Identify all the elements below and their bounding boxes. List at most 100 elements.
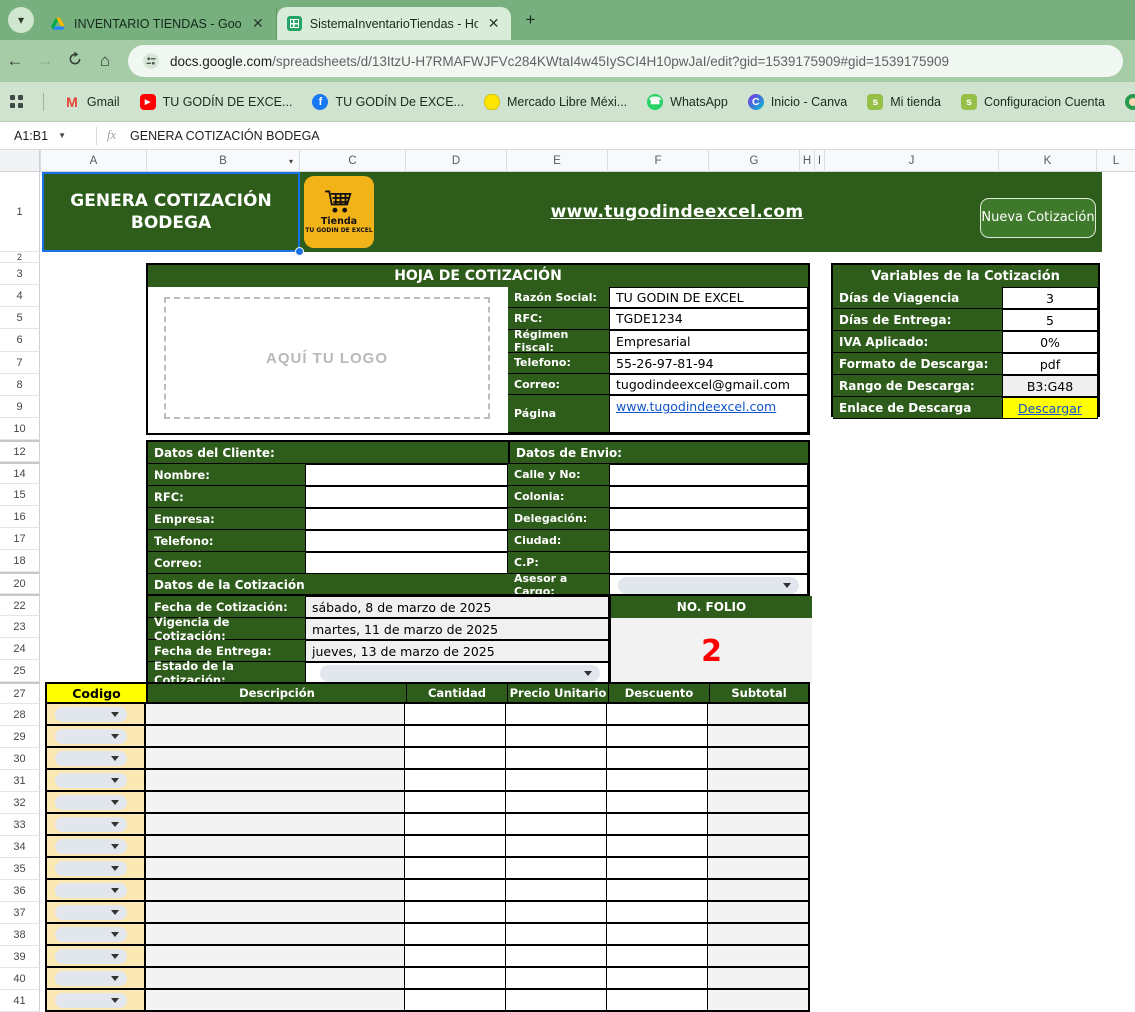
item-quantity-cell[interactable]: [405, 836, 506, 856]
website-link[interactable]: www.tugodindeexcel.com: [551, 202, 804, 222]
item-discount-cell[interactable]: [607, 704, 708, 724]
row-header-6[interactable]: 6: [0, 329, 40, 352]
column-header-B[interactable]: B▾: [146, 150, 299, 172]
row-header-41[interactable]: 41: [0, 990, 40, 1012]
row-header-18[interactable]: 18: [0, 550, 40, 572]
formula-input[interactable]: GENERA COTIZACIÓN BODEGA: [130, 129, 320, 143]
item-unit-price-cell[interactable]: [506, 704, 607, 724]
row-header-27[interactable]: 27: [0, 682, 40, 704]
item-code-dropdown[interactable]: [55, 905, 127, 920]
item-code-dropdown[interactable]: [55, 751, 127, 766]
item-quantity-cell[interactable]: [405, 748, 506, 768]
item-discount-cell[interactable]: [607, 836, 708, 856]
bookmark-configuracion-cuenta[interactable]: sConfiguracion Cuenta: [961, 94, 1105, 110]
bookmark-tu-god-n-de-exce-[interactable]: fTU GODÍN De EXCE...: [312, 94, 464, 110]
item-unit-price-cell[interactable]: [506, 924, 607, 944]
client-field-input[interactable]: [305, 486, 508, 508]
browser-tab-sheets[interactable]: SistemaInventarioTiendas - Hoja ✕: [277, 7, 512, 40]
row-header-22[interactable]: 22: [0, 594, 40, 616]
fill-handle[interactable]: [295, 247, 304, 256]
name-box[interactable]: A1:B1 ▼: [0, 129, 86, 143]
store-logo-badge[interactable]: Tienda TU GODIN DE EXCEL: [304, 176, 374, 248]
client-field-input[interactable]: [305, 530, 508, 552]
row-header-31[interactable]: 31: [0, 770, 40, 792]
column-header-I[interactable]: I: [814, 150, 824, 172]
website-link[interactable]: www.tugodindeexcel.com: [616, 399, 776, 414]
item-code-dropdown[interactable]: [55, 883, 127, 898]
new-tab-button[interactable]: +: [517, 7, 543, 33]
item-code-dropdown[interactable]: [55, 707, 127, 722]
item-unit-price-cell[interactable]: [506, 748, 607, 768]
row-header-2[interactable]: 2: [0, 252, 40, 263]
row-header-24[interactable]: 24: [0, 638, 40, 660]
item-discount-cell[interactable]: [607, 924, 708, 944]
row-header-40[interactable]: 40: [0, 968, 40, 990]
row-header-32[interactable]: 32: [0, 792, 40, 814]
client-field-input[interactable]: [305, 508, 508, 530]
client-field-input[interactable]: [305, 552, 508, 574]
row-header-35[interactable]: 35: [0, 858, 40, 880]
item-unit-price-cell[interactable]: [506, 858, 607, 878]
item-unit-price-cell[interactable]: [506, 836, 607, 856]
home-button[interactable]: ⌂: [90, 51, 120, 71]
shipping-field-input[interactable]: [609, 530, 808, 552]
row-header-15[interactable]: 15: [0, 484, 40, 506]
item-discount-cell[interactable]: [607, 990, 708, 1010]
item-discount-cell[interactable]: [607, 858, 708, 878]
item-discount-cell[interactable]: [607, 968, 708, 988]
item-quantity-cell[interactable]: [405, 968, 506, 988]
banner-title-cell[interactable]: GENERA COTIZACIÓN BODEGA: [42, 172, 300, 252]
item-description-cell[interactable]: [146, 836, 405, 856]
shipping-field-input[interactable]: [609, 464, 808, 486]
item-unit-price-cell[interactable]: [506, 990, 607, 1010]
item-code-dropdown[interactable]: [55, 949, 127, 964]
item-code-dropdown[interactable]: [55, 795, 127, 810]
item-description-cell[interactable]: [146, 924, 405, 944]
item-code-dropdown[interactable]: [55, 927, 127, 942]
download-link[interactable]: Descargar: [1018, 401, 1082, 416]
variable-value[interactable]: Descargar: [1002, 397, 1098, 419]
item-discount-cell[interactable]: [607, 748, 708, 768]
item-description-cell[interactable]: [146, 704, 405, 724]
item-code-dropdown[interactable]: [55, 839, 127, 854]
item-quantity-cell[interactable]: [405, 858, 506, 878]
column-header-K[interactable]: K: [998, 150, 1096, 172]
item-description-cell[interactable]: [146, 968, 405, 988]
row-header-34[interactable]: 34: [0, 836, 40, 858]
apps-grid-icon[interactable]: [10, 95, 23, 108]
shipping-field-input[interactable]: [609, 508, 808, 530]
item-unit-price-cell[interactable]: [506, 880, 607, 900]
row-header-14[interactable]: 14: [0, 462, 40, 484]
item-unit-price-cell[interactable]: [506, 770, 607, 790]
item-description-cell[interactable]: [146, 814, 405, 834]
bookmark-tu-godin-de[interactable]: TU GODIN DE: [1125, 94, 1135, 110]
column-header-D[interactable]: D: [405, 150, 506, 172]
row-header-4[interactable]: 4: [0, 285, 40, 307]
item-quantity-cell[interactable]: [405, 726, 506, 746]
item-description-cell[interactable]: [146, 902, 405, 922]
bookmark-mi-tienda[interactable]: sMi tienda: [867, 94, 941, 110]
item-code-dropdown[interactable]: [55, 993, 127, 1008]
row-header-20[interactable]: 20: [0, 572, 40, 594]
item-quantity-cell[interactable]: [405, 946, 506, 966]
row-header-12[interactable]: 12: [0, 440, 40, 462]
advisor-dropdown[interactable]: [618, 577, 799, 594]
item-code-dropdown[interactable]: [55, 729, 127, 744]
row-header-30[interactable]: 30: [0, 748, 40, 770]
row-header-36[interactable]: 36: [0, 880, 40, 902]
column-header-E[interactable]: E: [506, 150, 607, 172]
shipping-field-input[interactable]: [609, 552, 808, 574]
item-discount-cell[interactable]: [607, 880, 708, 900]
item-discount-cell[interactable]: [607, 726, 708, 746]
item-description-cell[interactable]: [146, 748, 405, 768]
item-code-dropdown[interactable]: [55, 971, 127, 986]
row-header-9[interactable]: 9: [0, 396, 40, 418]
new-quote-button[interactable]: Nueva Cotización: [980, 198, 1096, 238]
row-header-28[interactable]: 28: [0, 704, 40, 726]
item-unit-price-cell[interactable]: [506, 792, 607, 812]
item-discount-cell[interactable]: [607, 770, 708, 790]
row-header-39[interactable]: 39: [0, 946, 40, 968]
select-all-corner[interactable]: [0, 150, 40, 172]
status-dropdown[interactable]: [320, 665, 600, 682]
row-header-29[interactable]: 29: [0, 726, 40, 748]
